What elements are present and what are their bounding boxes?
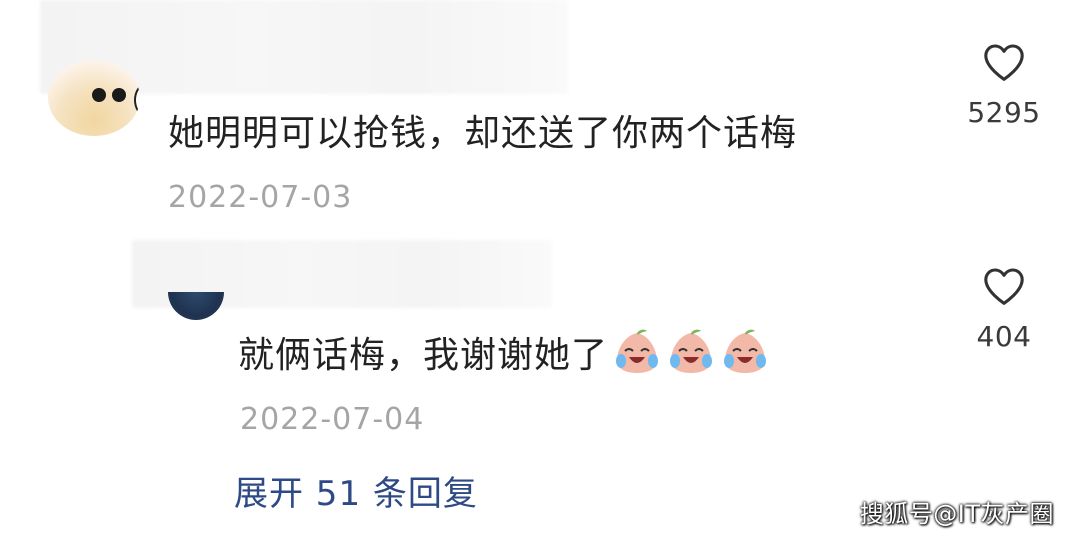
avatar[interactable] bbox=[48, 60, 140, 136]
avatar-eye bbox=[92, 88, 106, 102]
comment-text: 就俩话梅，我谢谢她了 bbox=[238, 335, 609, 376]
comment-text: 她明明可以抢钱，却还送了你两个话梅 bbox=[168, 113, 798, 154]
reply-text-row: 就俩话梅，我谢谢她了 bbox=[238, 326, 770, 378]
avatar[interactable] bbox=[168, 292, 224, 320]
like-button[interactable]: 404 bbox=[960, 266, 1048, 353]
heart-outline-icon bbox=[984, 268, 1024, 305]
like-button[interactable]: 5295 bbox=[960, 42, 1048, 129]
avatar-cheek bbox=[134, 84, 140, 116]
expand-replies-link[interactable]: 展开 51 条回复 bbox=[234, 466, 478, 515]
watermark: 搜狐号@IT灰产圈 bbox=[859, 500, 1054, 528]
like-count: 5295 bbox=[967, 96, 1041, 129]
comment-section: 她明明可以抢钱，却还送了你两个话梅 2022-07-03 5295 就俩话梅，我… bbox=[0, 0, 1080, 534]
comment-date: 2022-07-03 bbox=[168, 180, 353, 215]
crying-laughing-plum-emoji bbox=[616, 329, 659, 373]
crying-laughing-plum-emoji bbox=[670, 329, 713, 373]
like-count: 404 bbox=[976, 320, 1032, 353]
heart-outline-icon bbox=[984, 44, 1024, 81]
crying-laughing-plum-emoji bbox=[724, 329, 767, 373]
comment-date: 2022-07-04 bbox=[240, 402, 425, 437]
avatar-eye bbox=[112, 88, 126, 102]
